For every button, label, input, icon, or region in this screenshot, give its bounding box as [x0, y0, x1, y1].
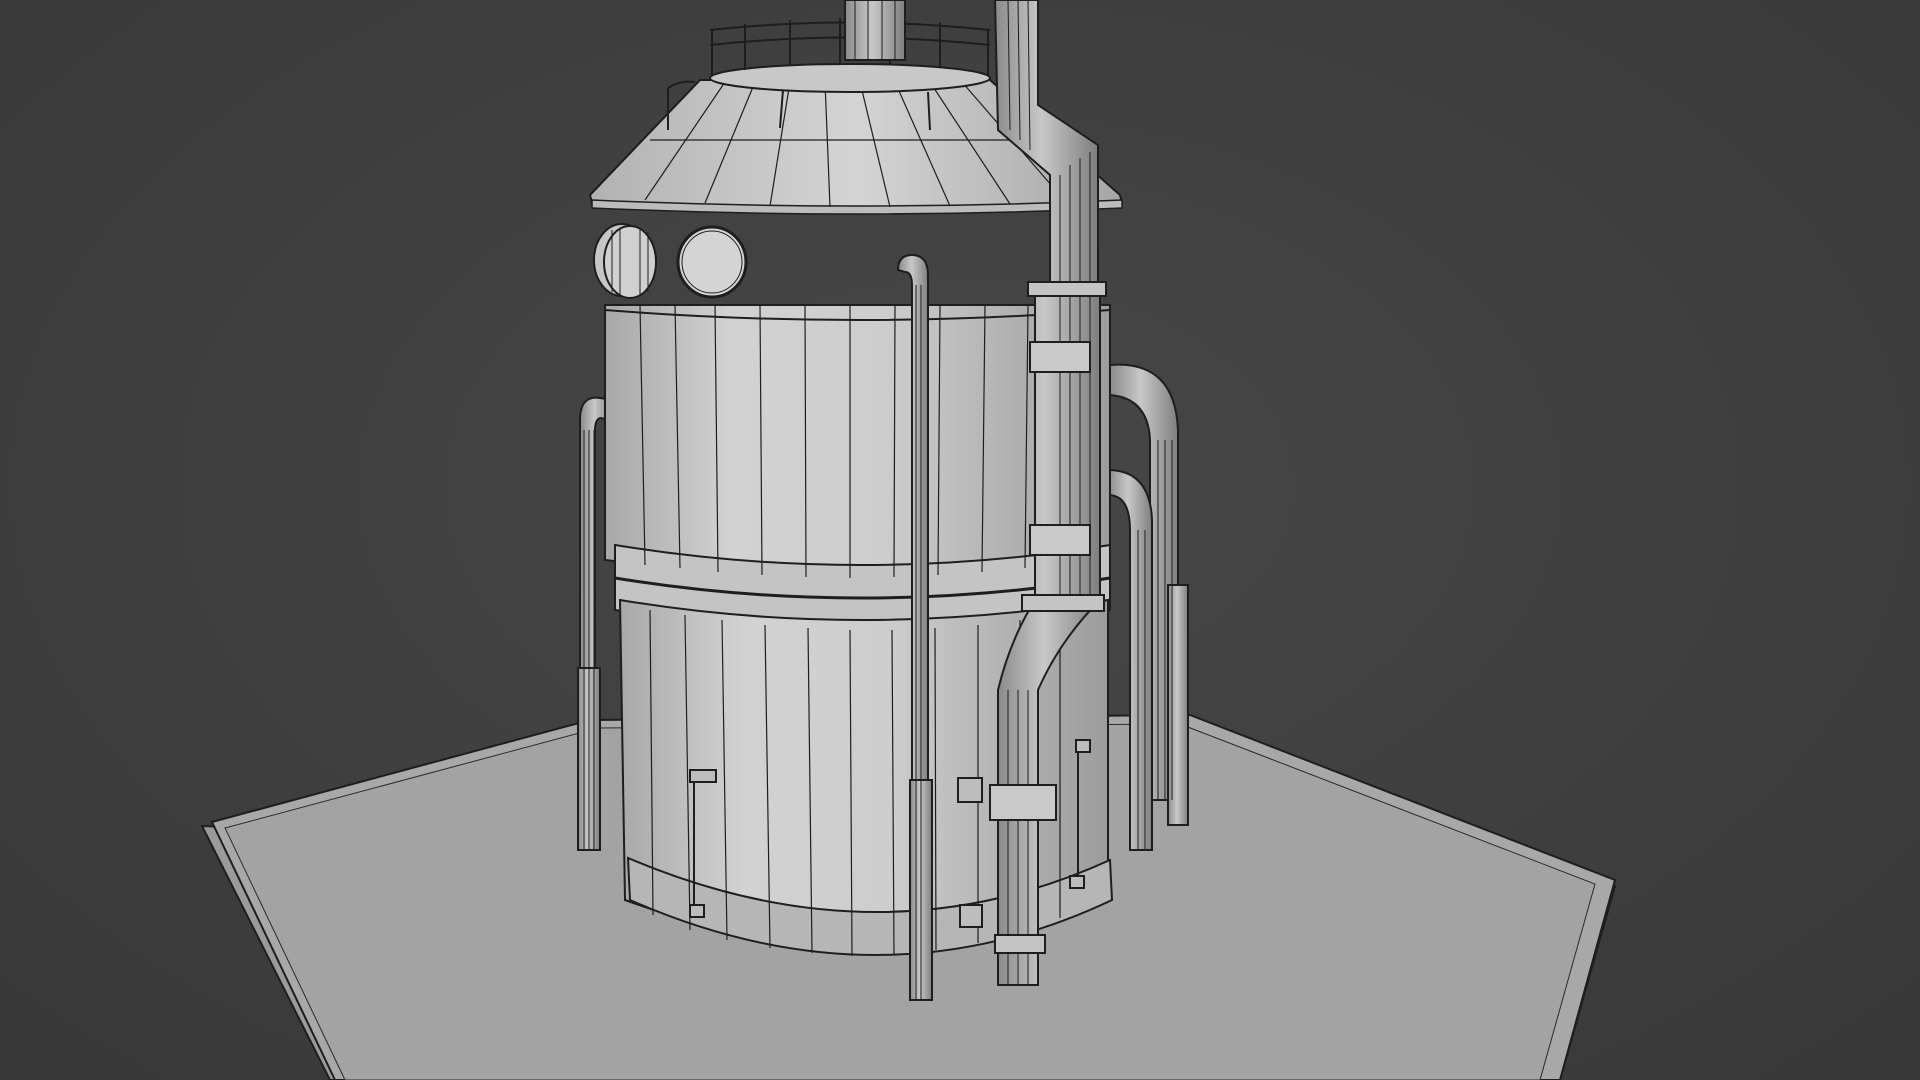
scene-canvas[interactable] [0, 0, 1920, 1080]
top-vent [844, 0, 906, 61]
3d-viewport[interactable] [0, 0, 1920, 1080]
bolt-plate-lower [959, 904, 983, 928]
bolt-plate-upper [957, 777, 983, 803]
manhole-right[interactable] [676, 225, 748, 299]
manhole-left[interactable] [593, 223, 657, 299]
